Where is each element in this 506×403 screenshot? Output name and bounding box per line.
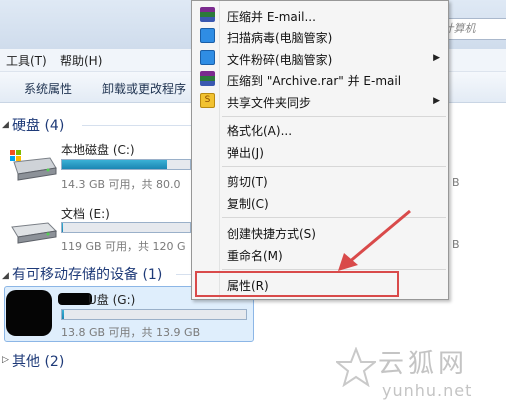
- watermark-url: yunhu.net: [382, 381, 473, 400]
- redacted-name-mark: [58, 293, 92, 305]
- winrar-icon: [200, 7, 215, 22]
- star-logo-icon: [336, 347, 376, 387]
- uninstall-program-button[interactable]: 卸载或更改程序: [102, 80, 186, 97]
- menu-item-format[interactable]: 格式化(A)...: [227, 122, 292, 139]
- partial-drive-text: B: [452, 176, 460, 189]
- drive-g-usage-bar: [61, 309, 247, 320]
- submenu-arrow-icon: ▶: [433, 96, 440, 106]
- menu-help[interactable]: 帮助(H): [60, 52, 102, 69]
- group-divider: [176, 274, 192, 275]
- annotation-arrow-icon: [338, 209, 411, 271]
- drive-c-space: 14.3 GB 可用，共 80.0: [61, 178, 181, 191]
- menu-item-scan-virus[interactable]: 扫描病毒(电脑管家): [227, 29, 332, 46]
- group-divider: [82, 125, 192, 126]
- drive-e-label[interactable]: 文档 (E:): [61, 205, 110, 222]
- drive-e-usage-bar: [61, 222, 191, 233]
- group-hard-disk-title[interactable]: 硬盘 (4): [12, 115, 64, 135]
- menu-item-compress-email[interactable]: 压缩并 E-mail...: [227, 8, 316, 25]
- menu-separator: [222, 116, 446, 117]
- drive-c-label[interactable]: 本地磁盘 (C:): [61, 141, 135, 158]
- shield-icon: [200, 28, 215, 43]
- drive-g-usage-fill: [62, 310, 64, 319]
- expand-icon[interactable]: ▷: [2, 355, 9, 365]
- menu-item-shred-file[interactable]: 文件粉碎(电脑管家): [227, 51, 332, 68]
- drive-g-label[interactable]: U盘 (G:): [88, 291, 135, 308]
- redacted-drive-icon: [6, 290, 52, 336]
- drive-c-usage-fill: [62, 160, 167, 169]
- menu-item-cut[interactable]: 剪切(T): [227, 173, 268, 190]
- shield-icon: [200, 50, 215, 65]
- menu-tools[interactable]: 工具(T): [6, 52, 47, 69]
- partial-drive-text: B: [452, 238, 460, 251]
- menu-item-rename[interactable]: 重命名(M): [227, 247, 283, 264]
- collapse-icon[interactable]: ◢: [2, 120, 9, 130]
- menu-separator: [222, 166, 446, 167]
- watermark: 云狐网 yunhu.net: [336, 343, 506, 403]
- collapse-icon[interactable]: ◢: [2, 271, 9, 281]
- menu-item-eject[interactable]: 弹出(J): [227, 144, 264, 161]
- drive-g-space: 13.8 GB 可用，共 13.9 GB: [61, 326, 201, 339]
- watermark-brand: 云狐网: [378, 349, 469, 379]
- drive-c-icon[interactable]: [8, 148, 58, 184]
- menu-item-copy[interactable]: 复制(C): [227, 195, 269, 212]
- winrar-icon: [200, 71, 215, 86]
- system-properties-button[interactable]: 系统属性: [24, 80, 72, 97]
- submenu-arrow-icon: ▶: [433, 53, 440, 63]
- menu-item-create-shortcut[interactable]: 创建快捷方式(S): [227, 225, 316, 242]
- drive-e-space: 119 GB 可用，共 120 G: [61, 240, 186, 253]
- sync-icon: S: [200, 93, 215, 108]
- drive-c-usage-bar: [61, 159, 191, 170]
- menu-item-sync-folder[interactable]: 共享文件夹同步: [227, 94, 311, 111]
- drive-e-usage-fill: [62, 223, 64, 232]
- icon-gutter: [219, 1, 220, 299]
- group-other-title[interactable]: 其他 (2): [12, 351, 64, 371]
- menu-item-compress-archive-email[interactable]: 压缩到 "Archive.rar" 并 E-mail: [227, 72, 401, 89]
- group-removable-title[interactable]: 有可移动存储的设备 (1): [12, 264, 162, 284]
- drive-e-icon[interactable]: [8, 217, 58, 247]
